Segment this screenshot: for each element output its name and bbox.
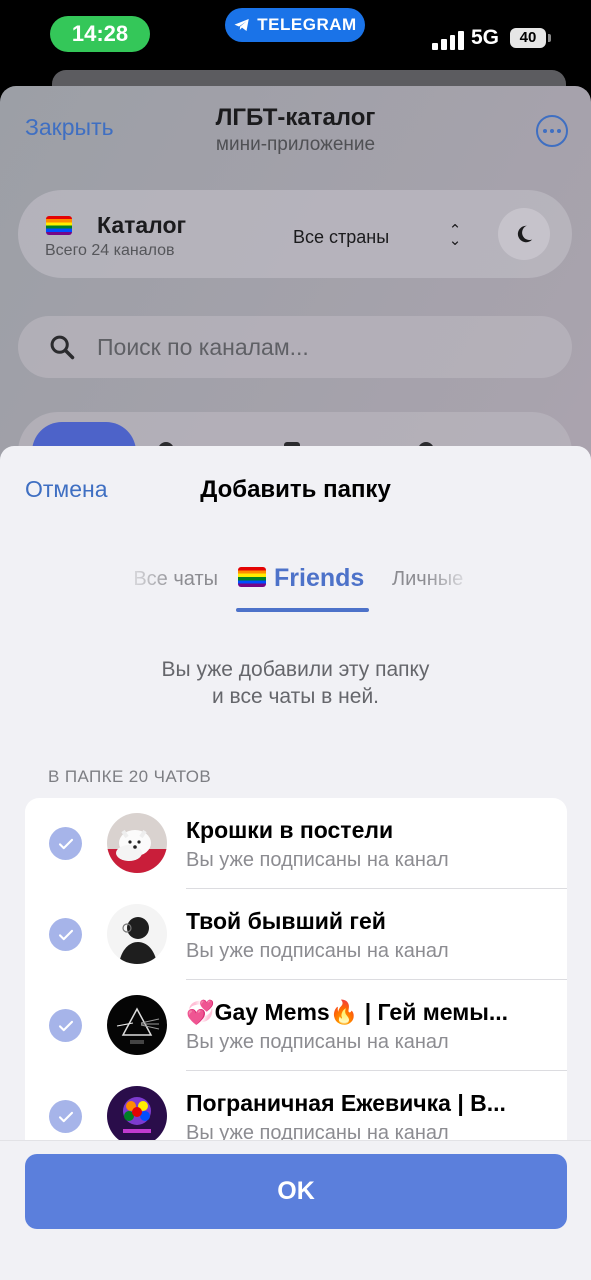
chat-name: 💞Gay Mems🔥 | Гей мемы... <box>186 999 509 1025</box>
checkmark-icon <box>58 1020 73 1031</box>
search-icon <box>50 335 75 360</box>
list-item[interactable]: Крошки в постели Вы уже подписаны на кан… <box>25 798 567 889</box>
sheet-footer: OK <box>0 1140 591 1280</box>
prism-triangle-avatar <box>107 995 167 1055</box>
chat-name: Пограничная Ежевичка | В... <box>186 1090 506 1116</box>
battery-icon: 40 <box>510 28 551 48</box>
chat-name: Крошки в постели <box>186 817 394 843</box>
country-select[interactable]: Все страны <box>293 227 389 248</box>
tab-friends[interactable]: Friends <box>238 564 364 593</box>
notice-line: Вы уже добавили эту папку <box>161 658 430 681</box>
rainbow-flag-icon <box>238 567 266 588</box>
rainbow-flag-icon <box>46 216 72 235</box>
dark-mode-toggle[interactable] <box>498 208 550 260</box>
battery-level: 40 <box>519 29 537 46</box>
checkmark-icon <box>58 929 73 940</box>
notice-line: и все чаты в ней. <box>211 685 380 708</box>
checkmark-icon <box>58 838 73 849</box>
status-time[interactable]: 14:28 <box>50 16 150 52</box>
telegram-indicator-pill[interactable]: TELEGRAM <box>225 8 365 42</box>
app-subtitle: мини-приложение <box>215 134 376 155</box>
tab-all-chats[interactable]: Все чаты <box>118 568 218 591</box>
sheet-title: Добавить папку <box>200 476 391 503</box>
list-item[interactable]: Твой бывший гей Вы уже подписаны на кана… <box>25 889 567 980</box>
samoyed-dog-avatar <box>107 813 167 873</box>
checkbox-checked[interactable] <box>49 1009 82 1042</box>
catalog-header: Каталог Всего 24 каналов Все страны ⌃ ⌄ <box>18 190 572 278</box>
telegram-indicator-label: TELEGRAM <box>257 15 357 34</box>
folder-tabs: Все чаты Friends Личные <box>0 564 591 614</box>
chat-status: Вы уже подписаны на канал <box>186 940 449 962</box>
network-type: 5G <box>471 26 500 49</box>
more-options-icon[interactable] <box>536 115 568 147</box>
checkbox-checked[interactable] <box>49 918 82 951</box>
tab-personal[interactable]: Личные <box>392 568 476 591</box>
search-placeholder: Поиск по каналам... <box>97 334 309 360</box>
checkbox-checked[interactable] <box>49 1100 82 1133</box>
chat-status: Вы уже подписаны на канал <box>186 1031 449 1053</box>
catalog-title: Каталог <box>97 212 187 238</box>
app-title: ЛГБТ-каталог <box>215 104 376 131</box>
add-folder-sheet: Отмена Добавить папку Все чаты Friends Л… <box>0 446 591 1280</box>
chat-name: Твой бывший гей <box>186 908 386 934</box>
ok-button[interactable]: OK <box>25 1154 567 1229</box>
section-header: В ПАПКЕ 20 ЧАТОВ <box>48 767 212 786</box>
chat-status: Вы уже подписаны на канал <box>186 849 449 871</box>
checkmark-icon <box>58 1111 73 1122</box>
list-item[interactable]: 💞Gay Mems🔥 | Гей мемы... Вы уже подписан… <box>25 980 567 1071</box>
list-item[interactable]: Пограничная Ежевичка | В... Вы уже подпи… <box>25 1071 567 1148</box>
dark-silhouette-avatar <box>107 904 167 964</box>
chevron-up-down-icon[interactable]: ⌃ ⌄ <box>448 223 462 248</box>
cellular-signal-icon <box>432 28 464 50</box>
channel-search[interactable]: Поиск по каналам... <box>18 316 572 378</box>
chat-list: Крошки в постели Вы уже подписаны на кан… <box>25 798 567 1148</box>
rainbow-brain-avatar <box>107 1086 167 1146</box>
checkbox-checked[interactable] <box>49 827 82 860</box>
telegram-plane-icon <box>234 19 250 31</box>
tab-friends-label: Friends <box>274 564 365 592</box>
already-added-notice: Вы уже добавили эту папку и все чаты в н… <box>0 656 591 710</box>
catalog-channel-count: Всего 24 каналов <box>45 242 175 259</box>
status-bar: 14:28 TELEGRAM 5G 40 <box>0 0 591 72</box>
moon-icon <box>517 225 533 243</box>
active-tab-indicator <box>236 608 369 612</box>
